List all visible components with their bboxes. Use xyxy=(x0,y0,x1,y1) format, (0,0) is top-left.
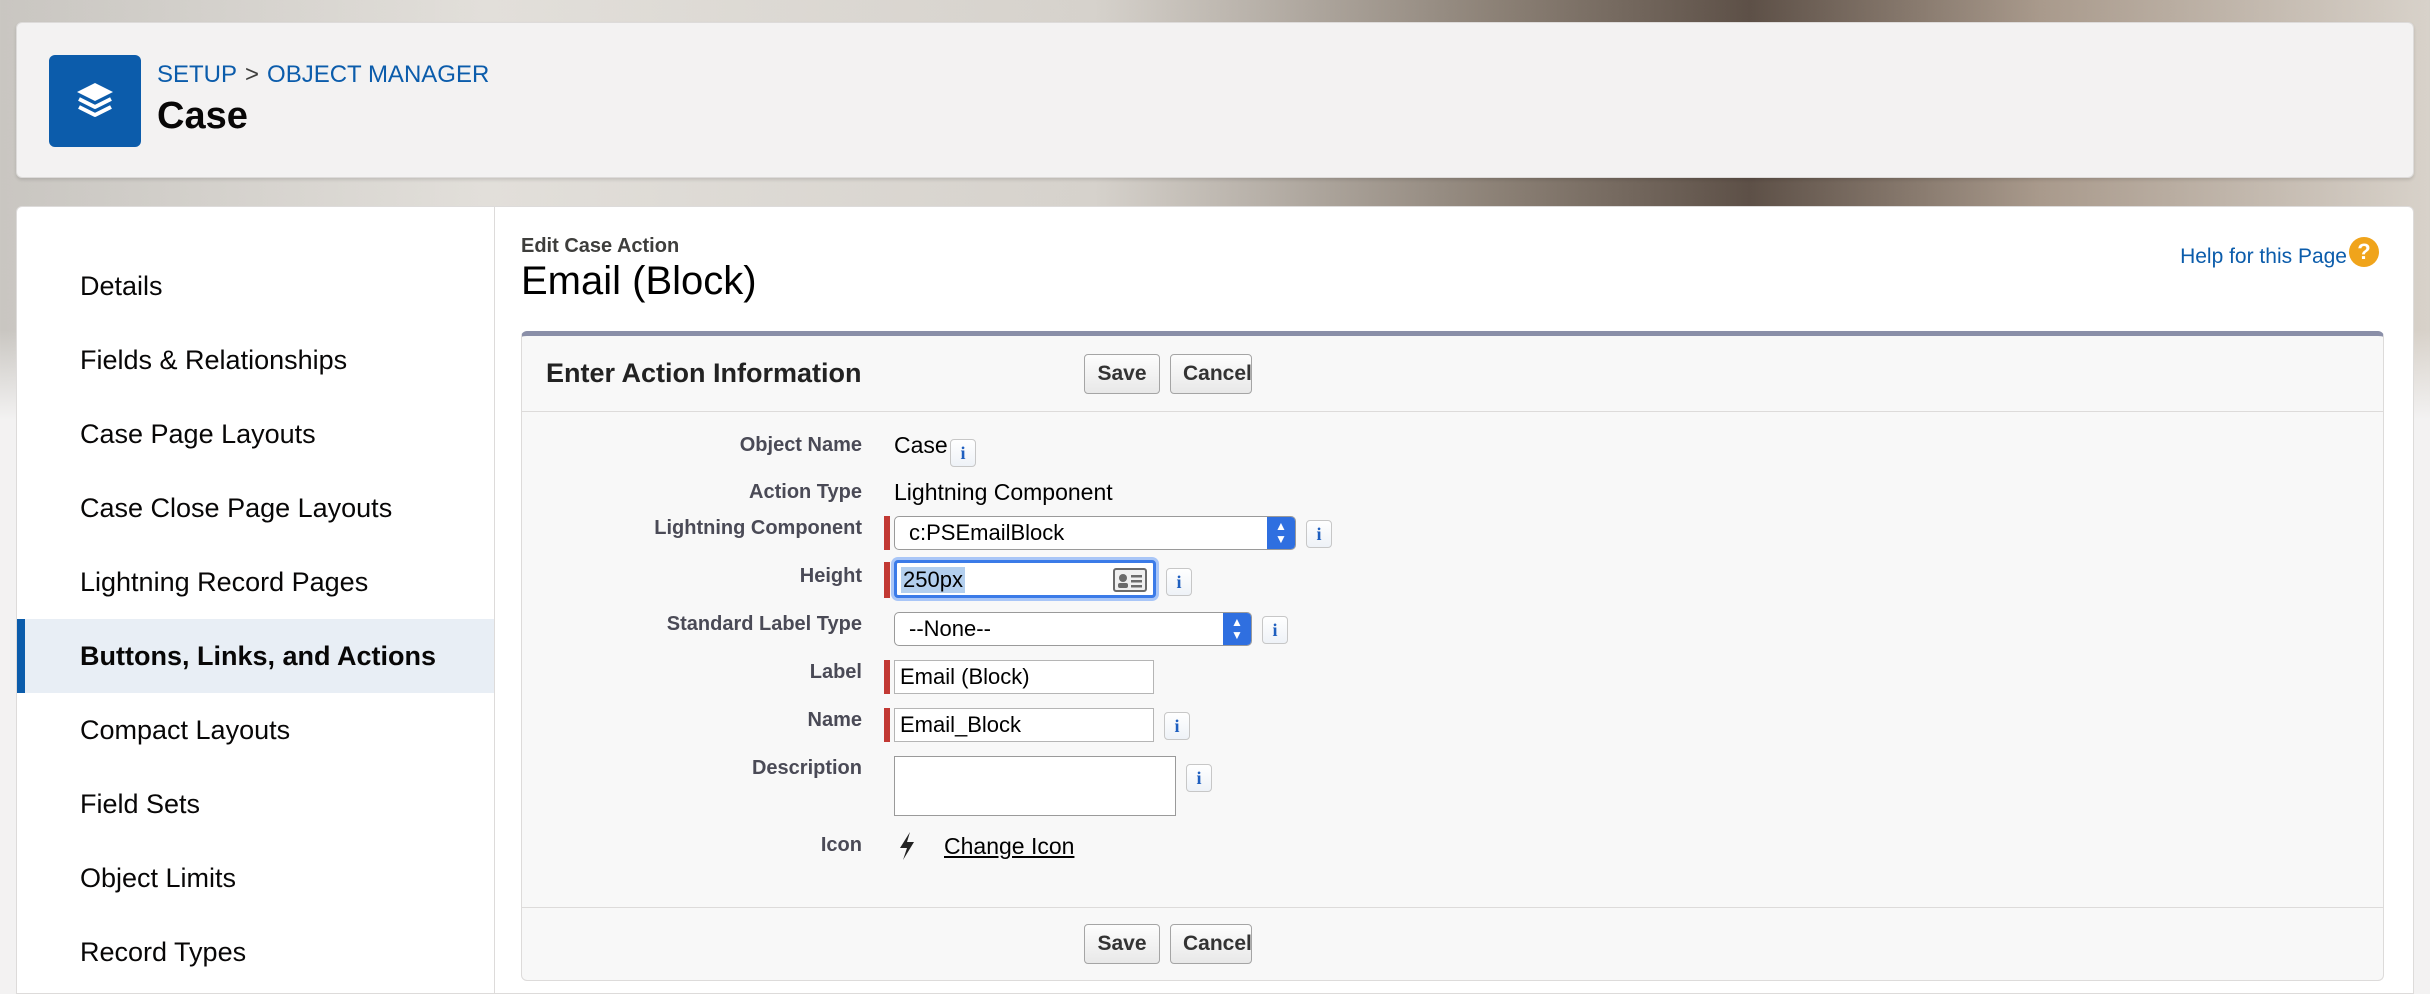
info-icon[interactable]: i xyxy=(1262,616,1288,644)
info-icon[interactable]: i xyxy=(1306,520,1332,548)
object-name-value: Case xyxy=(894,432,948,458)
sidebar-item-case-close-page-layouts[interactable]: Case Close Page Layouts xyxy=(17,471,494,545)
breadcrumb: SETUP > OBJECT MANAGER xyxy=(157,61,489,89)
save-button[interactable]: Save xyxy=(1084,924,1160,964)
section-title: Enter Action Information xyxy=(546,358,862,388)
height-value: 250px xyxy=(901,567,965,593)
sidebar-item-lightning-record-pages[interactable]: Lightning Record Pages xyxy=(17,545,494,619)
object-name-label: Object Name xyxy=(739,434,862,456)
info-icon[interactable]: i xyxy=(1164,712,1190,740)
breadcrumb-separator: > xyxy=(245,61,260,88)
name-field-label: Name xyxy=(807,709,862,731)
description-textarea[interactable] xyxy=(894,756,1176,816)
sidebar: Details Fields & Relationships Case Page… xyxy=(17,207,495,994)
breadcrumb-setup[interactable]: SETUP xyxy=(157,61,237,88)
description-label: Description xyxy=(751,757,862,779)
label-field-label: Label xyxy=(809,661,862,683)
lightning-component-label: Lightning Component xyxy=(654,517,862,539)
lightning-component-select[interactable]: c:PSEmailBlock ▲ ▼ xyxy=(894,516,1296,550)
contact-card-icon xyxy=(1113,568,1147,592)
page-subtitle: Edit Case Action xyxy=(521,235,680,257)
info-icon[interactable]: i xyxy=(1166,568,1192,596)
sidebar-item-details[interactable]: Details xyxy=(17,249,494,323)
label-input[interactable] xyxy=(894,660,1154,694)
main-container: Details Fields & Relationships Case Page… xyxy=(16,206,2414,994)
save-button[interactable]: Save xyxy=(1084,354,1160,394)
sidebar-item-case-page-layouts[interactable]: Case Page Layouts xyxy=(17,397,494,471)
breadcrumb-object-manager[interactable]: OBJECT MANAGER xyxy=(267,61,489,88)
page-header: SETUP > OBJECT MANAGER Case xyxy=(16,22,2414,178)
standard-label-type-label: Standard Label Type xyxy=(666,613,862,635)
lightning-bolt-icon xyxy=(900,832,914,860)
icon-field-label: Icon xyxy=(820,834,862,856)
change-icon-link[interactable]: Change Icon xyxy=(944,833,1074,860)
cancel-button[interactable]: Cancel xyxy=(1170,924,1252,964)
info-icon[interactable]: i xyxy=(1186,764,1212,792)
action-title: Email (Block) xyxy=(521,259,757,303)
name-input[interactable] xyxy=(894,708,1154,742)
action-type-value: Lightning Component xyxy=(894,479,1113,505)
cancel-button[interactable]: Cancel xyxy=(1170,354,1252,394)
height-input[interactable]: 250px xyxy=(894,560,1156,598)
sidebar-item-compact-layouts[interactable]: Compact Layouts xyxy=(17,693,494,767)
height-label: Height xyxy=(799,565,862,587)
chevron-updown-icon: ▲ ▼ xyxy=(1223,613,1251,645)
panel-footer xyxy=(522,907,2383,908)
required-indicator xyxy=(884,516,890,550)
page-title: Case xyxy=(157,95,248,137)
action-form-panel: Enter Action Information Save Cancel Obj… xyxy=(521,331,2384,981)
chevron-updown-icon: ▲ ▼ xyxy=(1267,517,1295,549)
lightning-component-value: c:PSEmailBlock xyxy=(909,520,1065,545)
required-indicator xyxy=(884,708,890,742)
panel-header: Enter Action Information Save Cancel xyxy=(522,336,2383,412)
required-indicator xyxy=(884,562,890,598)
sidebar-item-object-limits[interactable]: Object Limits xyxy=(17,841,494,915)
standard-label-type-value: --None-- xyxy=(909,616,991,641)
required-indicator xyxy=(884,660,890,694)
info-icon[interactable]: i xyxy=(950,439,976,467)
content-area: Edit Case Action Email (Block) Help for … xyxy=(495,207,2413,993)
layers-icon xyxy=(49,55,141,147)
action-type-label: Action Type xyxy=(749,481,862,503)
sidebar-item-field-sets[interactable]: Field Sets xyxy=(17,767,494,841)
help-link[interactable]: Help for this Page xyxy=(2180,245,2347,269)
sidebar-item-record-types[interactable]: Record Types xyxy=(17,915,494,989)
sidebar-item-buttons-links-actions[interactable]: Buttons, Links, and Actions xyxy=(17,619,494,693)
question-icon[interactable]: ? xyxy=(2349,237,2379,267)
sidebar-item-fields-relationships[interactable]: Fields & Relationships xyxy=(17,323,494,397)
standard-label-type-select[interactable]: --None-- ▲ ▼ xyxy=(894,612,1252,646)
